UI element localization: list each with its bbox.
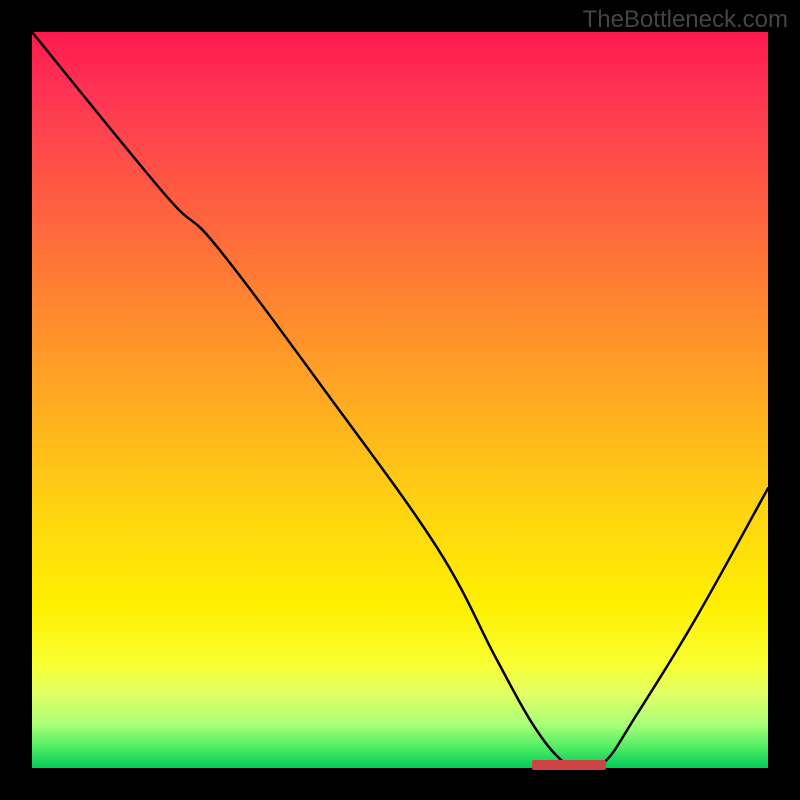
- watermark-text: TheBottleneck.com: [583, 6, 788, 34]
- chart-plot-area: [32, 32, 768, 768]
- optimal-range-marker: [532, 760, 606, 770]
- bottleneck-curve: [32, 32, 768, 768]
